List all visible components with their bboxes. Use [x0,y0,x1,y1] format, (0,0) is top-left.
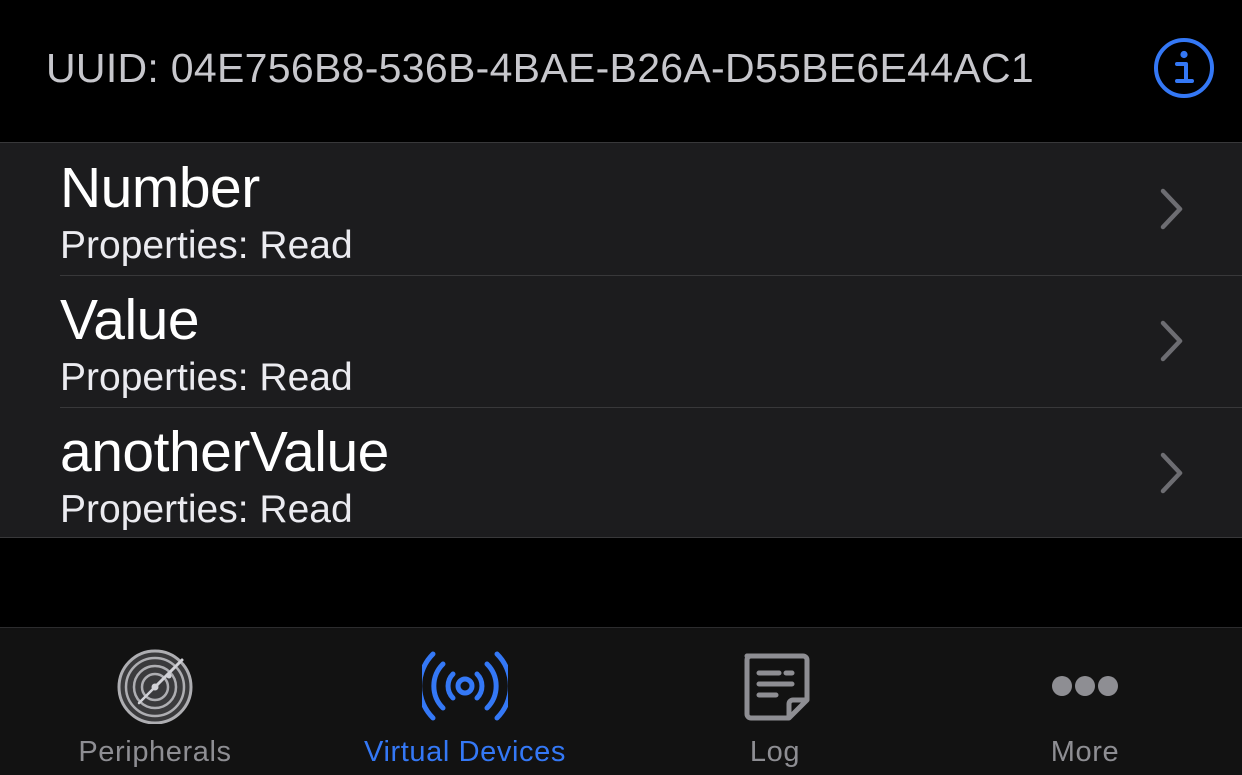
chevron-right-icon [1160,320,1183,362]
screen: UUID: 04E756B8-536B-4BAE-B26A-D55BE6E44A… [0,0,1242,775]
ellipsis-icon [1052,676,1118,696]
characteristic-row-anothervalue[interactable]: anotherValue Properties: Read [0,407,1242,539]
radar-icon [117,649,193,724]
characteristic-name: anotherValue [60,420,389,484]
characteristics-list: Number Properties: Read Value Properties… [0,142,1242,538]
characteristic-row-value[interactable]: Value Properties: Read [0,275,1242,407]
characteristic-row-number[interactable]: Number Properties: Read [0,143,1242,275]
characteristic-name: Value [60,288,200,352]
characteristic-name: Number [60,156,260,220]
chevron-right-icon [1160,452,1183,494]
tab-peripherals[interactable]: Peripherals [0,628,310,775]
tab-label: More [1050,736,1120,768]
tab-bar: Peripherals Virtual Devices Log More [0,627,1242,775]
characteristic-properties: Properties: Read [60,224,353,267]
tab-label: Virtual Devices [364,736,566,768]
info-button[interactable] [1152,36,1216,100]
characteristic-properties: Properties: Read [60,356,353,399]
characteristic-properties: Properties: Read [60,488,353,531]
tab-label: Log [749,736,801,768]
service-uuid: UUID: 04E756B8-536B-4BAE-B26A-D55BE6E44A… [46,45,1035,91]
info-icon [1154,38,1214,98]
tab-more[interactable]: More [930,628,1240,775]
header: UUID: 04E756B8-536B-4BAE-B26A-D55BE6E44A… [0,0,1242,142]
tab-log[interactable]: Log [620,628,930,775]
broadcast-icon [422,651,508,721]
note-icon [744,653,810,721]
tab-label: Peripherals [78,736,232,768]
chevron-right-icon [1160,188,1183,230]
tab-virtual-devices[interactable]: Virtual Devices [310,628,620,775]
